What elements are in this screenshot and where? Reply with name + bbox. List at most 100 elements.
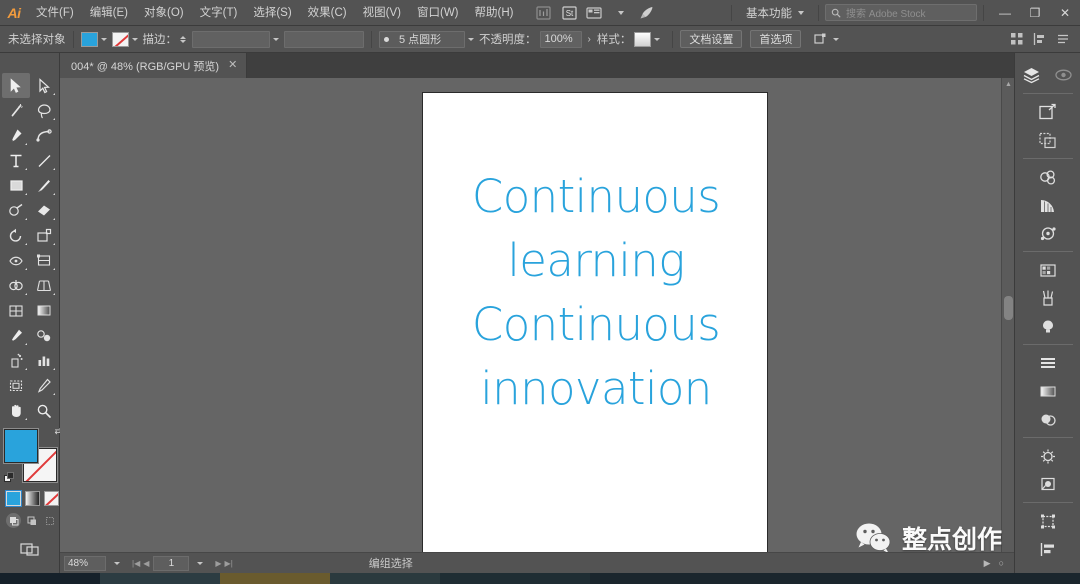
last-artboard-icon[interactable]: ▶| <box>225 559 233 568</box>
draw-inside-button[interactable] <box>42 513 57 528</box>
close-button[interactable]: ✕ <box>1050 0 1080 26</box>
gradient-panel-icon[interactable] <box>1033 377 1063 405</box>
chevron-down-icon[interactable] <box>131 37 138 41</box>
canvas-area[interactable]: Continuous learning Continuous innovatio… <box>60 78 1014 562</box>
menu-window[interactable]: 窗口(W) <box>409 0 467 26</box>
play-icon[interactable]: ▶ <box>984 558 991 569</box>
transparency-panel-icon[interactable] <box>1033 405 1063 433</box>
rocket-icon[interactable] <box>635 3 659 23</box>
workspace-switcher[interactable]: 基本功能 <box>738 3 812 23</box>
distribute-icon[interactable] <box>1030 30 1049 49</box>
eraser-tool[interactable] <box>30 198 58 223</box>
restore-button[interactable]: ❐ <box>1020 0 1050 26</box>
recolor-artwork-icon[interactable] <box>1033 219 1063 247</box>
menu-type[interactable]: 文字(T) <box>192 0 246 26</box>
artwork-text-block[interactable]: Continuous learning Continuous innovatio… <box>423 165 769 421</box>
shaper-tool[interactable] <box>2 198 30 223</box>
hand-tool[interactable] <box>2 398 30 423</box>
opacity-field[interactable]: 100% <box>539 30 582 48</box>
brushes-panel-icon[interactable] <box>1033 284 1063 312</box>
variable-width-profile-field[interactable] <box>284 30 364 48</box>
rotate-tool[interactable] <box>2 223 30 248</box>
minimize-button[interactable]: — <box>990 0 1020 26</box>
color-panel-icon[interactable] <box>1033 163 1063 191</box>
mesh-tool[interactable] <box>2 298 30 323</box>
menu-effect[interactable]: 效果(C) <box>300 0 355 26</box>
layers-panel-icon[interactable] <box>1017 61 1047 89</box>
brush-definition-dropdown[interactable]: 5 点圆形 <box>379 30 465 48</box>
magic-wand-tool[interactable] <box>2 98 30 123</box>
gradient-tool[interactable] <box>30 298 58 323</box>
rectangle-tool[interactable] <box>2 173 30 198</box>
stroke-color-swatch[interactable] <box>111 31 129 47</box>
opacity-flyout-icon[interactable]: › <box>588 34 591 45</box>
color-mode-button[interactable] <box>6 491 21 506</box>
transform-icon[interactable] <box>811 30 830 49</box>
stroke-weight-stepper[interactable] <box>180 35 186 43</box>
previous-artboard-icon[interactable]: ◀ <box>143 559 149 568</box>
zoom-tool[interactable] <box>30 398 58 423</box>
swatches-panel-icon[interactable] <box>1033 256 1063 284</box>
symbols-panel-icon[interactable] <box>1033 312 1063 340</box>
panel-options-icon[interactable] <box>1053 30 1072 49</box>
artboard-number-field[interactable]: 1 <box>153 555 190 571</box>
change-screen-mode-button[interactable] <box>17 538 43 560</box>
curvature-tool[interactable] <box>30 123 58 148</box>
menu-help[interactable]: 帮助(H) <box>467 0 522 26</box>
type-tool[interactable] <box>2 148 30 173</box>
chevron-down-icon[interactable] <box>197 561 204 565</box>
stock-search-input[interactable]: 搜索 Adobe Stock <box>825 4 977 21</box>
transform-panel-icon[interactable] <box>1033 507 1063 535</box>
graphic-style-swatch[interactable] <box>634 31 652 47</box>
fill-color-swatch[interactable] <box>80 31 98 47</box>
menu-object[interactable]: 对象(O) <box>136 0 192 26</box>
vertical-scrollbar[interactable]: ▲ ▼ <box>1001 78 1014 562</box>
symbol-sprayer-tool[interactable] <box>2 348 30 373</box>
asset-export-panel-icon[interactable] <box>1033 126 1063 154</box>
close-icon[interactable]: ✕ <box>228 60 237 71</box>
chevron-down-icon[interactable] <box>273 37 279 41</box>
arrange-documents-icon[interactable] <box>583 3 607 23</box>
column-graph-tool[interactable] <box>30 348 58 373</box>
stroke-weight-field[interactable] <box>192 30 270 48</box>
free-transform-tool[interactable] <box>30 248 58 273</box>
color-guide-panel-icon[interactable] <box>1033 191 1063 219</box>
chevron-down-icon[interactable] <box>654 37 661 41</box>
none-mode-button[interactable] <box>44 491 59 506</box>
zoom-level-field[interactable]: 48% <box>64 555 106 571</box>
circle-icon[interactable]: ○ <box>999 558 1004 568</box>
first-artboard-icon[interactable]: |◀ <box>132 559 140 568</box>
perspective-grid-tool[interactable] <box>30 273 58 298</box>
next-artboard-icon[interactable]: ▶ <box>215 559 221 568</box>
gradient-mode-button[interactable] <box>25 491 40 506</box>
scroll-up-icon[interactable]: ▲ <box>1002 78 1014 91</box>
chevron-down-icon[interactable] <box>609 3 633 23</box>
current-tool-status[interactable]: 编组选择 <box>369 555 413 571</box>
menu-select[interactable]: 选择(S) <box>245 0 299 26</box>
shape-builder-tool[interactable] <box>2 273 30 298</box>
appearance-panel-icon[interactable] <box>1033 442 1063 470</box>
preferences-button[interactable]: 首选项 <box>750 30 802 48</box>
graphic-styles-panel-icon[interactable] <box>1033 470 1063 498</box>
document-tab[interactable]: 004* @ 48% (RGB/GPU 预览) ✕ <box>60 53 248 78</box>
stroke-panel-icon[interactable] <box>1033 349 1063 377</box>
eyedropper-tool[interactable] <box>2 323 30 348</box>
fill-swatch[interactable] <box>4 429 38 463</box>
menu-view[interactable]: 视图(V) <box>355 0 409 26</box>
chevron-down-icon[interactable] <box>100 37 107 41</box>
line-segment-tool[interactable] <box>30 148 58 173</box>
scale-tool[interactable] <box>30 223 58 248</box>
bridge-icon[interactable] <box>531 3 555 23</box>
draw-behind-button[interactable] <box>24 513 39 528</box>
document-setup-button[interactable]: 文档设置 <box>680 30 743 48</box>
artboard[interactable]: Continuous learning Continuous innovatio… <box>422 92 768 562</box>
width-tool[interactable] <box>2 248 30 273</box>
chevron-down-icon[interactable] <box>833 37 840 41</box>
pen-tool[interactable] <box>2 123 30 148</box>
selection-tool[interactable] <box>2 73 30 98</box>
blend-tool[interactable] <box>30 323 58 348</box>
default-fill-stroke-icon[interactable] <box>4 472 15 483</box>
hidden-panel-icon[interactable] <box>1049 61 1079 89</box>
direct-selection-tool[interactable] <box>30 73 58 98</box>
lasso-tool[interactable] <box>30 98 58 123</box>
